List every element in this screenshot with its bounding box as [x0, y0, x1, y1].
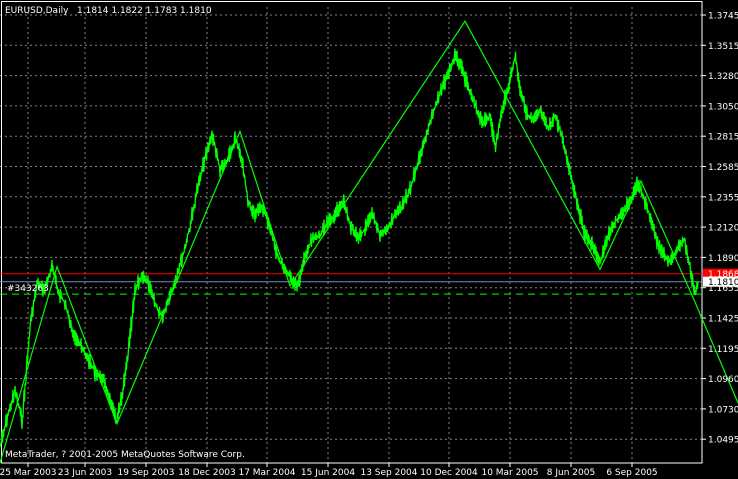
y-tick-label-3: 1.3050: [708, 102, 738, 112]
x-tick-label-8: 10 Mar 2005: [481, 468, 538, 478]
y-tick-label-4: 1.2815: [708, 133, 738, 143]
price-chart[interactable]: 1.3745 1.3515 1.3280 1.3050 1.2815 1.2585 1.23…: [0, 0, 738, 479]
y-tick-label-6: 1.2355: [708, 193, 738, 203]
ohlc-values: 1.1814 1.1822 1.1783 1.1810: [77, 6, 212, 16]
copyright-text: MetaTrader, ? 2001-2005 MetaQuotes Softw…: [5, 450, 245, 460]
chart-window[interactable]: 1.3745 1.3515 1.3280 1.3050 1.2815 1.2585 1.23…: [0, 0, 738, 479]
x-tick-label-9: 8 Jun 2005: [547, 468, 595, 478]
price-series-line: [0, 48, 699, 447]
y-tick-label-11: 1.1195: [708, 345, 738, 355]
x-tick-label-0: 25 Mar 2003: [0, 468, 57, 478]
y-tick-label-12: 1.0960: [708, 375, 738, 385]
x-tick-label-6: 13 Sep 2004: [360, 468, 417, 478]
x-tick-label-5: 15 Jun 2004: [301, 468, 355, 478]
y-tick-label-8: 1.1890: [708, 254, 738, 264]
x-tick-label-1: 23 Jun 2003: [58, 468, 112, 478]
x-tick-label-10: 6 Sep 2005: [606, 468, 657, 478]
y-tick-label-10: 1.1425: [708, 315, 738, 325]
y-tick-label-7: 1.2120: [708, 224, 738, 234]
y-tick-label-2: 1.3280: [708, 72, 738, 82]
x-tick-label-3: 18 Dec 2003: [178, 468, 236, 478]
y-tick-label-0: 1.3745: [708, 12, 738, 22]
x-tick-label-2: 19 Sep 2003: [117, 468, 174, 478]
x-tick-label-7: 10 Dec 2004: [420, 468, 478, 478]
order-label[interactable]: #343263: [7, 284, 49, 294]
y-tick-label-5: 1.2585: [708, 163, 738, 173]
x-tick-label-4: 17 Mar 2004: [238, 468, 295, 478]
y-tick-label-1: 1.3515: [708, 42, 738, 52]
symbol-timeframe: EURUSD,Daily: [5, 6, 69, 16]
y-tick-label-14: 1.0495: [708, 436, 738, 446]
current-price-tag-label: 1.1810: [708, 278, 738, 288]
y-tick-label-13: 1.0730: [708, 405, 738, 415]
